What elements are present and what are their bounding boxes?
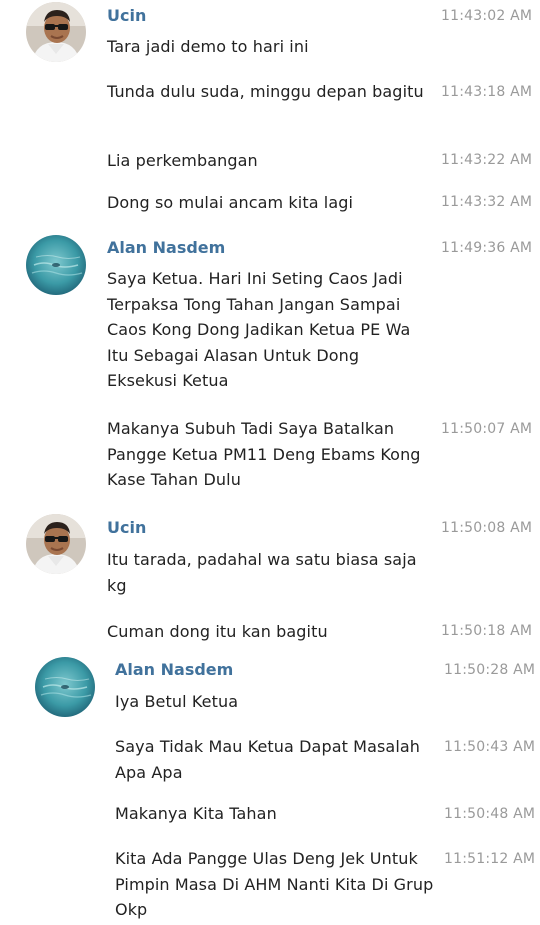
man-in-sunglasses-avatar-icon (26, 2, 86, 62)
message-timestamp: 11:43:22 AM (441, 152, 533, 168)
message-timestamp: 11:50:08 AM (441, 520, 533, 536)
sender-name[interactable]: Ucin (107, 518, 146, 537)
message-timestamp: 11:50:43 AM (444, 739, 536, 755)
message-timestamp: 11:50:18 AM (441, 623, 533, 639)
message-text: Makanya Kita Tahan (115, 804, 277, 823)
message-text: Makanya Subuh Tadi Saya Batalkan Pangge … (107, 419, 421, 489)
sender-name[interactable]: Alan Nasdem (115, 660, 233, 679)
man-in-sunglasses-avatar-icon (26, 514, 86, 574)
message-timestamp: 11:50:07 AM (441, 421, 533, 437)
avatar[interactable] (26, 235, 86, 295)
message-text: Tunda dulu suda, minggu depan bagitu (107, 82, 424, 101)
avatar[interactable] (35, 657, 95, 717)
message-timestamp: 11:49:36 AM (441, 240, 533, 256)
message-text: Itu tarada, padahal wa satu biasa saja k… (107, 550, 417, 595)
blue-water-avatar-icon (35, 657, 95, 717)
message-text: Tara jadi demo to hari ini (107, 37, 309, 56)
message-timestamp: 11:43:02 AM (441, 8, 533, 24)
sender-name[interactable]: Alan Nasdem (107, 238, 225, 257)
message-timestamp: 11:51:12 AM (444, 851, 536, 867)
message-timestamp: 11:43:18 AM (441, 84, 533, 100)
message-text: Dong so mulai ancam kita lagi (107, 193, 354, 212)
message-timestamp: 11:43:32 AM (441, 194, 533, 210)
blue-water-avatar-icon (26, 235, 86, 295)
message-timestamp: 11:50:28 AM (444, 662, 536, 678)
message-text: Cuman dong itu kan bagitu (107, 622, 328, 641)
avatar[interactable] (26, 2, 86, 62)
message-text: Saya Ketua. Hari Ini Seting Caos Jadi Te… (107, 269, 411, 390)
message-text: Saya Tidak Mau Ketua Dapat Masalah Apa A… (115, 737, 421, 782)
message-text: Iya Betul Ketua (115, 692, 239, 711)
chat-transcript: Ucin 11:43:02 AM Tara jadi demo to hari … (0, 0, 540, 925)
sender-name[interactable]: Ucin (107, 6, 146, 25)
avatar[interactable] (26, 514, 86, 574)
message-text: Lia perkembangan (107, 151, 258, 170)
message-timestamp: 11:50:48 AM (444, 806, 536, 822)
message-text: Kita Ada Pangge Ulas Deng Jek Untuk Pimp… (115, 849, 434, 919)
